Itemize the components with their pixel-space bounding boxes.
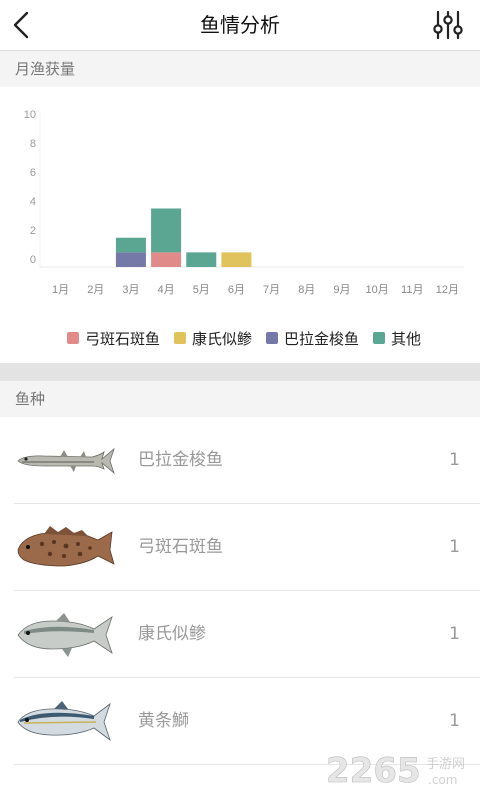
legend-label: 弓斑石斑鱼: [84, 329, 160, 348]
yellowtail-image: [17, 701, 111, 742]
sliders-icon[interactable]: [432, 9, 464, 41]
legend-label: 康氏似鲹: [191, 329, 252, 348]
x-tick-label: 6月: [228, 284, 245, 296]
bar-segment-5月: [186, 252, 217, 267]
bar-segment-3月: [115, 237, 146, 253]
legend-item: 巴拉金梭鱼: [266, 325, 359, 351]
species-row-queenfish[interactable]: 康氏似鲹 1: [14, 591, 480, 678]
x-tick-label: 1月: [52, 284, 69, 296]
legend-item: 康氏似鲹: [173, 325, 252, 351]
y-tick-label: 10: [24, 109, 36, 121]
species-count: 1: [449, 711, 460, 731]
x-tick-label: 12月: [436, 284, 459, 296]
bar-segment-4月: [151, 252, 182, 267]
species-list: 巴拉金梭鱼 1 弓斑石斑鱼 1 康氏似鲹 1 黄条鰤 1: [0, 417, 480, 765]
x-tick-label: 10月: [365, 284, 388, 296]
x-tick-label: 8月: [298, 284, 315, 296]
species-row-barracuda[interactable]: 巴拉金梭鱼 1: [14, 417, 480, 504]
chart-legend: 弓斑石斑鱼 康氏似鲹 巴拉金梭鱼 其他: [0, 325, 480, 351]
species-count: 1: [449, 450, 460, 470]
species-row-grouper[interactable]: 弓斑石斑鱼 1: [14, 504, 480, 591]
x-tick-label: 11月: [401, 284, 423, 296]
bar-segment-4月: [151, 208, 182, 253]
species-header: 鱼种: [0, 381, 480, 417]
barracuda-image: [17, 447, 115, 475]
back-chevron-icon[interactable]: [6, 8, 40, 42]
section-divider: [0, 363, 480, 381]
queenfish-image: [17, 613, 113, 657]
legend-label: 巴拉金梭鱼: [284, 329, 360, 348]
legend-swatch: [173, 332, 186, 344]
watermark-url: .com: [428, 773, 457, 787]
bar-segment-6月: [221, 252, 252, 267]
page-title: 鱼情分析: [200, 13, 280, 37]
species-name: 弓斑石斑鱼: [138, 537, 223, 557]
legend-swatch: [266, 332, 278, 344]
x-tick-label: 2月: [87, 284, 104, 296]
species-name: 巴拉金梭鱼: [138, 450, 223, 470]
x-tick-label: 9月: [333, 284, 350, 296]
x-tick-label: 5月: [193, 284, 210, 296]
monthly-catch-chart: 0 2 4 6 8 10 1月 2月 3月 4月 5月 6月 7月 8月 9月 10月 11月 12月 弓斑石斑鱼…: [0, 87, 480, 363]
monthly-catch-header: 月渔获量: [0, 51, 480, 87]
y-tick-label: 4: [30, 196, 36, 208]
y-tick-label: 8: [30, 138, 36, 150]
legend-swatch: [66, 332, 79, 344]
y-tick-label: 2: [30, 225, 36, 237]
legend-item: 其他: [373, 325, 421, 351]
y-tick-label: 6: [30, 167, 36, 179]
bar-segment-3月: [115, 252, 146, 267]
species-name: 黄条鰤: [138, 711, 189, 731]
stacked-bar-chart: 0 2 4 6 8 10 1月 2月 3月 4月 5月 6月 7月 8月 9月 10月 11月 12月: [24, 109, 464, 296]
x-tick-label: 7月: [263, 284, 280, 296]
legend-swatch: [373, 332, 386, 344]
species-count: 1: [449, 537, 460, 557]
x-tick-label: 4月: [158, 284, 175, 296]
legend-item: 弓斑石斑鱼: [66, 325, 160, 351]
species-row-yellowtail[interactable]: 黄条鰤 1: [14, 678, 480, 765]
x-tick-label: 3月: [122, 284, 139, 296]
y-tick-label: 0: [30, 254, 36, 266]
nav-bar: 鱼情分析: [0, 0, 480, 51]
species-count: 1: [449, 624, 460, 644]
legend-label: 其他: [391, 329, 422, 348]
grouper-image: [17, 526, 115, 567]
species-name: 康氏似鲹: [138, 624, 206, 644]
